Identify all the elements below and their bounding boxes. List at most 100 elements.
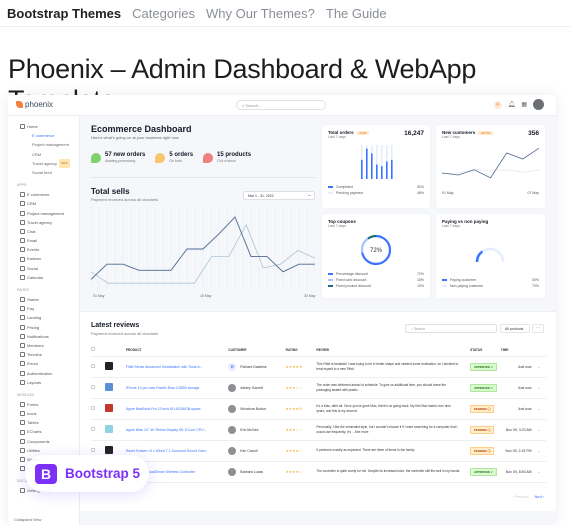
reviews-search-input: ⌕ Search — [405, 324, 497, 333]
legend-item: Fixed product discount 10% — [328, 283, 424, 289]
bar — [371, 153, 373, 179]
rating-stars: ★★★★☆ — [285, 440, 317, 462]
change-badge: -6.8% — [356, 131, 369, 135]
sidebar-item-label: Faq — [27, 306, 34, 312]
stat-value: 57 new orders — [105, 152, 146, 158]
bootstrap5-label: Bootstrap 5 — [65, 466, 141, 481]
bar — [376, 164, 378, 179]
column-header: TIME — [500, 344, 532, 357]
row-checkbox — [91, 385, 95, 389]
new-badge: NEW — [58, 158, 70, 168]
sidebar-item: Forms — [14, 400, 79, 409]
sidebar-item-label: ECharts — [27, 429, 42, 435]
nav-icon — [20, 438, 25, 444]
legend: Paying customer 30% Non-paying customer 70% — [442, 277, 539, 289]
review-time: Nov 09, 3:23 AM — [500, 419, 532, 441]
nav-icon — [20, 315, 25, 321]
product-link: iPhone 13 pro max-Pacific Blue-128GB sto… — [125, 377, 229, 399]
legend-swatch — [328, 279, 333, 282]
products-filter-button: All products — [500, 324, 530, 333]
sidebar-item: Tables — [14, 418, 79, 427]
legend-swatch — [328, 192, 333, 195]
logo-text: phoenix — [25, 100, 54, 109]
gauge-fill — [475, 250, 484, 263]
sidebar-subitem: CRM — [14, 150, 79, 159]
legend-item: Non-paying customer 70% — [442, 283, 539, 289]
sidebar-item-label: E commerce — [27, 192, 50, 198]
brand-link[interactable]: Bootstrap Themes — [7, 6, 121, 21]
x-label: 01 May — [93, 294, 105, 298]
nav-icon — [20, 324, 25, 330]
coupons-donut-chart: 72% — [360, 234, 392, 266]
sidebar-item-label: CRM — [27, 201, 37, 207]
sidebar-item-label: Pricing — [27, 324, 40, 330]
review-text: Personally, I like the minimalist style,… — [316, 419, 471, 441]
legend-swatch — [328, 186, 333, 189]
select-all — [91, 344, 106, 357]
total-sells-title: Total sells — [91, 187, 130, 196]
table-row: PlayStation 5 DualSense Wireless Control… — [91, 461, 546, 483]
sidebar-item-label: Social — [27, 265, 38, 271]
x-label: 01 May — [442, 191, 454, 195]
sidebar-item: Authentication — [14, 369, 79, 378]
review-time: Just now — [500, 377, 532, 399]
sidebar-item-label: Components — [27, 438, 50, 444]
sidebar-item: Chat — [14, 227, 79, 236]
more-button: ··· — [532, 324, 544, 333]
bar — [381, 166, 383, 179]
nav-why-our-themes[interactable]: Why Our Themes? — [206, 6, 315, 21]
nav-the-guide[interactable]: The Guide — [326, 6, 387, 21]
review-text: This Fitbit is fantastic! I was trying t… — [316, 356, 471, 378]
sidebar-item-home: Home — [14, 122, 79, 131]
status-badge: APPROVED ✓ — [470, 383, 497, 392]
row-more-icon: ⌄ — [531, 419, 546, 441]
status-badge: PENDING ⓘ — [470, 425, 495, 434]
period: Last 7 days — [442, 135, 460, 139]
stat-value: 15 products — [217, 152, 252, 158]
reviews-subtitle: Payment received across all channels — [91, 331, 159, 336]
sidebar-subitem: E commerce — [14, 131, 79, 140]
sidebar-item-label: Home — [27, 124, 38, 129]
nav-icon — [20, 238, 25, 244]
x-label: 15 May — [200, 294, 212, 298]
sidebar-item: CRM — [14, 199, 79, 208]
nav-icon — [20, 124, 25, 130]
nav-icon — [20, 256, 25, 262]
legend-label: Percentage discount — [336, 272, 368, 276]
nav-icon — [20, 401, 25, 407]
sidebar-item: Icons — [14, 409, 79, 418]
table-row: Razer Kraken v3 x Wired 7.1 Surround Sou… — [91, 440, 546, 462]
nav-icon — [20, 228, 25, 234]
phoenix-logo-icon — [16, 101, 23, 108]
phoenix-logo: phoenix — [16, 100, 53, 109]
new-customers-card: New customers +26.5% Last 7 days 356 01 M… — [436, 125, 545, 208]
sidebar-item-label: CRM — [32, 151, 42, 157]
stat-icon — [203, 152, 214, 163]
nav-icon — [20, 370, 25, 376]
status-badge: APPROVED ✓ — [470, 467, 497, 476]
stats-row: 57 new orders Awating processing 5 orders O… — [91, 152, 251, 163]
sidebar-section-label: MODULES — [17, 392, 35, 397]
bar — [361, 159, 363, 179]
sidebar-item: Layouts — [14, 378, 79, 387]
reviews-title: Latest reviews — [91, 322, 140, 329]
sidebar-item-label: Tables — [27, 420, 39, 426]
legend-label: Non-paying customer — [450, 284, 484, 288]
stat-icon — [155, 152, 166, 163]
nav-icon — [20, 210, 25, 216]
nav-categories[interactable]: Categories — [132, 6, 195, 21]
x-label: 07 May — [527, 191, 539, 195]
nav-icon — [20, 488, 25, 494]
row-checkbox — [91, 364, 95, 368]
app-topbar: phoenix ⌕ Search... ☀ 🔔︎ ▦ — [8, 95, 556, 116]
review-time: Nov 09, 8:53 AM — [500, 461, 532, 483]
sidebar-item: E commerce — [14, 190, 79, 199]
row-more-icon: ⌄ — [531, 461, 546, 483]
legend-value: 52% — [416, 185, 424, 189]
search-placeholder: Search — [413, 327, 426, 331]
nav-icon — [20, 265, 25, 271]
sidebar-item-label: Calendar — [27, 274, 44, 280]
nav-icon — [20, 361, 25, 367]
checkbox — [91, 347, 95, 352]
status-badge: APPROVED ✓ — [470, 362, 497, 371]
